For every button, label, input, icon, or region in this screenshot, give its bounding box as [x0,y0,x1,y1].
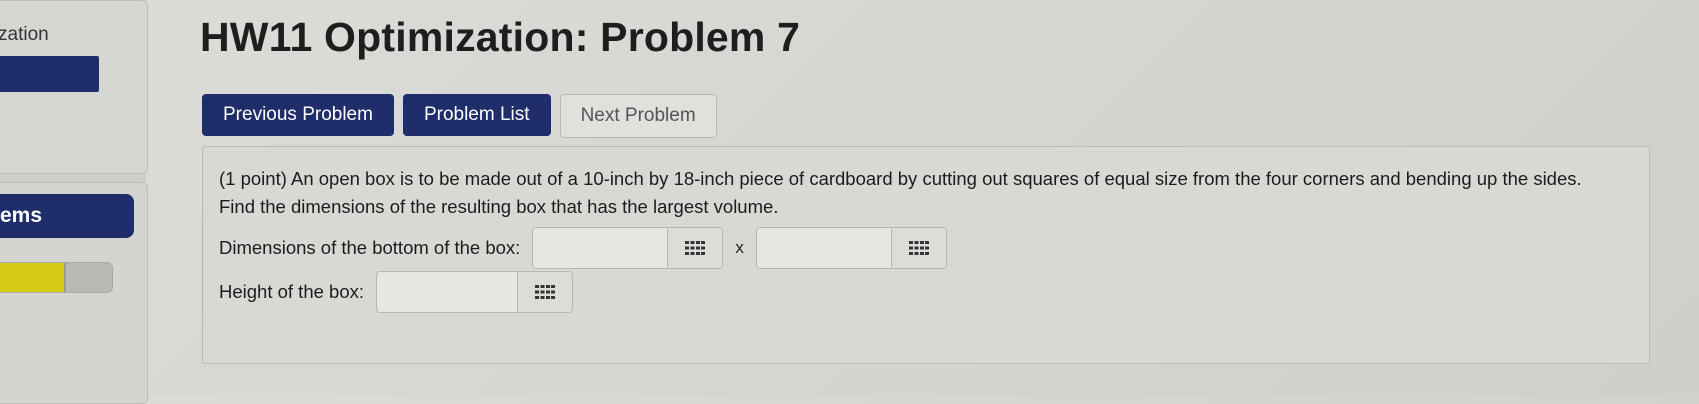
problem-nav: Previous Problem Problem List Next Probl… [202,94,717,138]
grid-keypad-icon[interactable] [517,272,573,312]
grid-keypad-icon[interactable] [667,228,723,268]
dimension-1-field [532,227,724,269]
dimensions-label: Dimensions of the bottom of the box: [219,237,521,258]
height-field [376,271,574,313]
height-row: Height of the box: [219,271,574,313]
sidebar-active-block[interactable] [0,56,99,92]
progress-bar-fill [0,263,66,292]
sidebar-item-label: ems [0,204,43,227]
sidebar: zation ems [0,0,148,404]
dimension-2-field [755,227,947,269]
dimension-2-input[interactable] [756,228,891,268]
next-problem-button[interactable]: Next Problem [559,94,717,138]
progress-bar [0,262,113,293]
times-symbol: x [735,238,744,257]
height-label: Height of the box: [219,281,365,302]
problem-list-button[interactable]: Problem List [402,94,551,136]
sidebar-item-problems[interactable]: ems [0,194,134,238]
problem-body: (1 point) An open box is to be made out … [202,146,1650,364]
problem-statement: (1 point) An open box is to be made out … [219,168,1582,217]
dimensions-row: Dimensions of the bottom of the box: x [219,227,947,269]
previous-problem-button[interactable]: Previous Problem [202,94,394,136]
height-input[interactable] [377,272,518,312]
dimension-1-input[interactable] [533,228,668,268]
page-title: HW11 Optimization: Problem 7 [200,14,801,60]
grid-keypad-icon[interactable] [890,228,946,268]
sidebar-set-title[interactable]: zation [0,24,49,46]
